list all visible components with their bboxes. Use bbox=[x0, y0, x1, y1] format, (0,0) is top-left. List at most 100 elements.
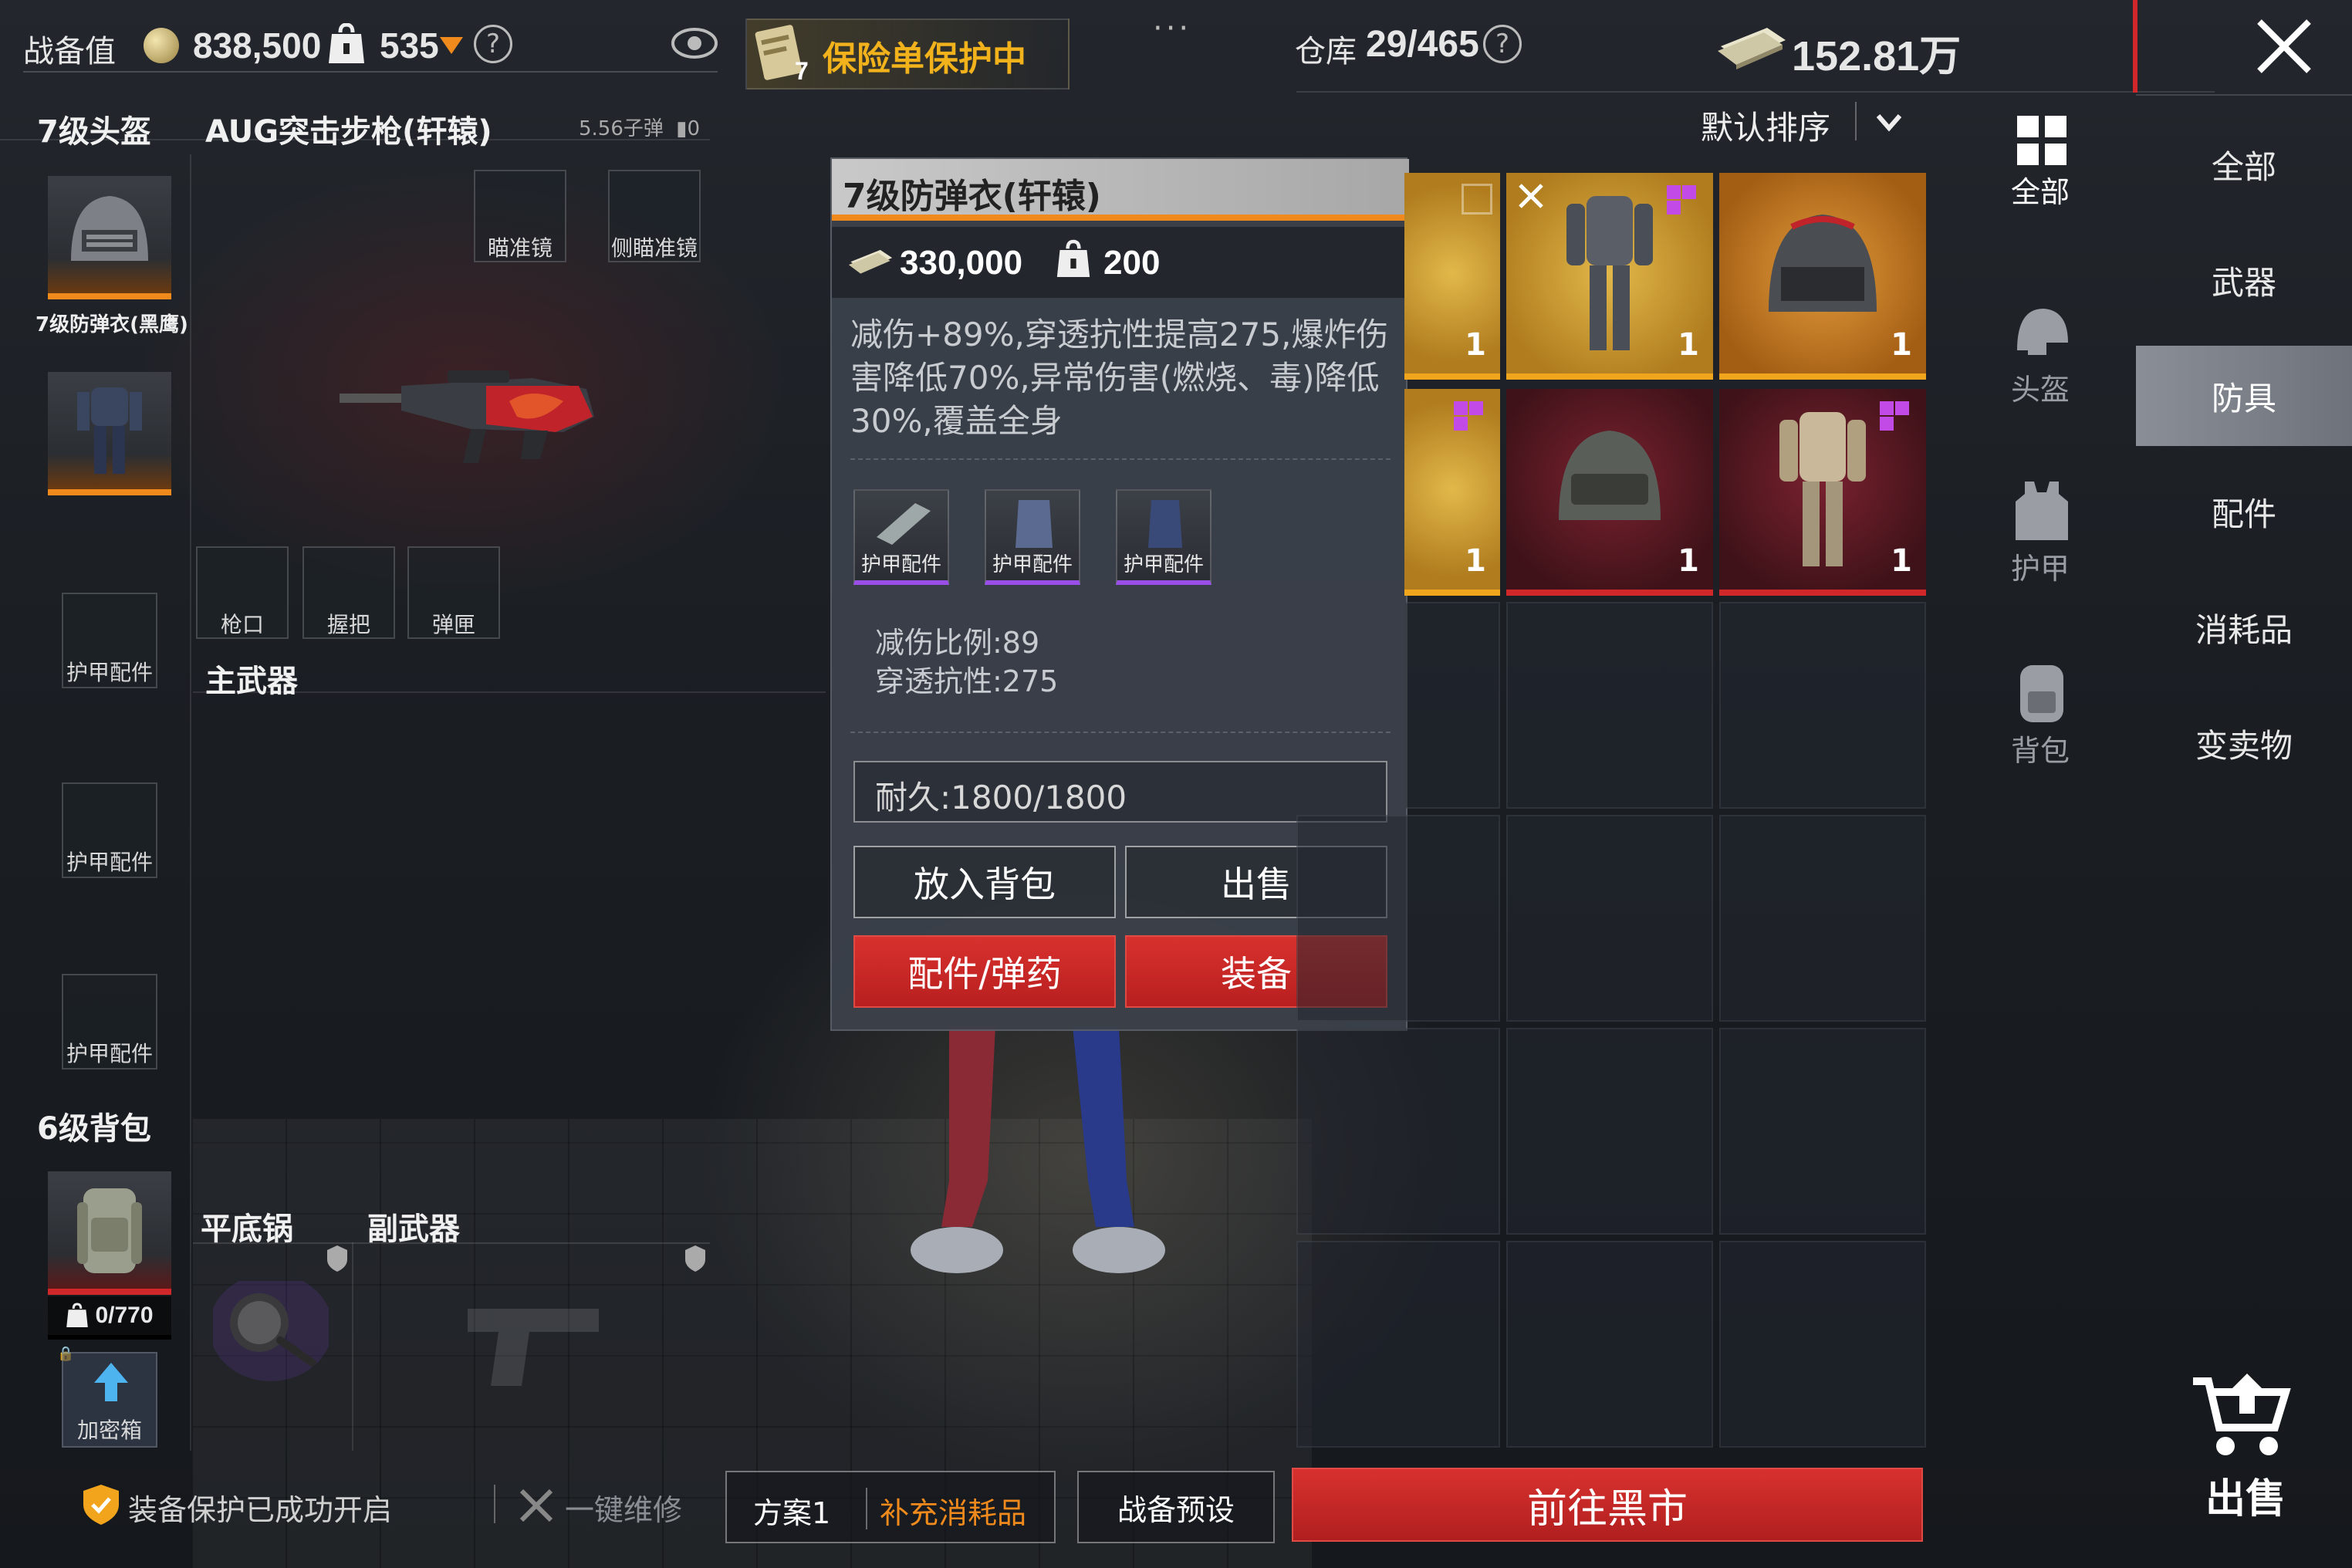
backpack-slot[interactable] bbox=[48, 1171, 171, 1295]
armor-part-2-label: 护甲配件 bbox=[992, 553, 1073, 576]
category-helmet[interactable]: 头盔 bbox=[1963, 304, 2117, 408]
empty-cell[interactable] bbox=[1296, 1028, 1500, 1235]
insurance-status: 保险单保护中 bbox=[823, 39, 1026, 79]
aug-rifle-image[interactable] bbox=[332, 355, 610, 471]
popup-weight-icon bbox=[1056, 239, 1090, 277]
grip-slot[interactable]: 握把 bbox=[302, 546, 395, 639]
empty-cell[interactable] bbox=[1719, 815, 1926, 1022]
empty-cell[interactable] bbox=[1719, 602, 1926, 809]
stat-penetration: 穿透抗性:275 bbox=[875, 664, 1059, 698]
top-divider bbox=[23, 71, 718, 73]
leg-armor-icon bbox=[1015, 500, 1053, 548]
inventory-item-gold-partial[interactable]: 1 bbox=[1404, 173, 1500, 380]
item-count: 1 bbox=[1891, 543, 1912, 579]
nav-armor[interactable]: 防具 bbox=[2136, 346, 2352, 446]
secure-box-slot[interactable]: 加密箱 bbox=[62, 1352, 157, 1448]
warehouse-label: 仓库 bbox=[1295, 34, 1357, 69]
loadout-preset-button[interactable]: 战备预设 bbox=[1077, 1471, 1275, 1543]
ammo-type-label: 5.56子弹 bbox=[579, 117, 664, 140]
pan-divider bbox=[193, 1242, 710, 1244]
empty-cell[interactable] bbox=[1506, 815, 1713, 1022]
armor-slot[interactable] bbox=[48, 372, 171, 495]
armor-part-2[interactable]: 护甲配件 bbox=[985, 489, 1080, 585]
sell-cart-icon[interactable] bbox=[2190, 1370, 2293, 1463]
nav-consumables[interactable]: 消耗品 bbox=[2136, 577, 2352, 678]
warehouse-help-icon[interactable]: ? bbox=[1483, 25, 1522, 63]
more-options-icon[interactable]: ··· bbox=[1153, 11, 1191, 46]
nav-weapons[interactable]: 武器 bbox=[2136, 230, 2352, 330]
armor-suit-icon bbox=[1566, 196, 1653, 350]
empty-cell[interactable] bbox=[1404, 602, 1500, 809]
inventory-item-armor-red[interactable]: 1 bbox=[1719, 389, 1926, 596]
rarity-tag-icon bbox=[1667, 185, 1698, 216]
pistol-silhouette[interactable] bbox=[460, 1293, 607, 1394]
dropdown-arrow-icon[interactable] bbox=[440, 37, 463, 56]
inventory-item-armor-gold[interactable]: 1 bbox=[1506, 173, 1713, 380]
character-legs bbox=[911, 1026, 1165, 1273]
rarity-tag-icon bbox=[1880, 401, 1911, 432]
empty-cell[interactable] bbox=[1296, 815, 1500, 1022]
scope-slot-label: 瞄准镜 bbox=[487, 235, 553, 261]
backpack-section-title: 6级背包 bbox=[37, 1111, 151, 1147]
inventory-item-helmet-orange[interactable]: 1 bbox=[1719, 173, 1926, 380]
close-icon[interactable] bbox=[2255, 17, 2313, 76]
arm-armor-icon bbox=[1148, 500, 1182, 548]
armor-part-3[interactable]: 护甲配件 bbox=[1116, 489, 1211, 585]
helmet-icon bbox=[1559, 431, 1661, 520]
side-scope-slot[interactable]: 侧瞄准镜 bbox=[608, 170, 701, 262]
muzzle-slot[interactable]: 枪口 bbox=[196, 546, 289, 639]
armor-part-slot-1[interactable]: 护甲配件 bbox=[62, 593, 157, 688]
inventory-item-helmet-red[interactable]: 1 bbox=[1506, 389, 1713, 596]
one-click-repair-button[interactable]: 一键维修 bbox=[565, 1486, 682, 1529]
grid-size-icon bbox=[1462, 184, 1492, 215]
sort-dropdown[interactable]: 默认排序 bbox=[1701, 102, 1830, 149]
ammo-count: 0 bbox=[687, 117, 701, 140]
item-count: 1 bbox=[1678, 543, 1699, 579]
pan-shield-icon bbox=[327, 1245, 347, 1272]
empty-cell[interactable] bbox=[1719, 1028, 1926, 1235]
parts-ammo-button[interactable]: 配件/弹药 bbox=[853, 935, 1116, 1008]
category-backpack[interactable]: 背包 bbox=[1963, 657, 2117, 769]
armor-part-1[interactable]: 护甲配件 bbox=[853, 489, 949, 585]
empty-cell[interactable] bbox=[1506, 602, 1713, 809]
armor-part-slot-3[interactable]: 护甲配件 bbox=[62, 974, 157, 1070]
put-in-backpack-button[interactable]: 放入背包 bbox=[853, 846, 1116, 918]
warehouse-capacity: 29/465 bbox=[1366, 24, 1479, 65]
item-count: 1 bbox=[1465, 327, 1486, 363]
black-market-button[interactable]: 前往黑市 bbox=[1292, 1468, 1923, 1542]
armor-part-label: 护甲配件 bbox=[66, 660, 153, 685]
grip-slot-label: 握把 bbox=[326, 612, 370, 637]
category-all[interactable]: 全部 bbox=[1963, 116, 2117, 211]
refill-consumables-button[interactable]: 补充消耗品 bbox=[880, 1489, 1026, 1532]
nav-accent-line bbox=[2133, 0, 2137, 93]
nav-attachments[interactable]: 配件 bbox=[2136, 461, 2352, 562]
plan-selector[interactable]: 方案1 补充消耗品 bbox=[725, 1471, 1056, 1543]
empty-cell[interactable] bbox=[1296, 1241, 1500, 1448]
eye-icon[interactable] bbox=[670, 23, 719, 63]
frying-pan-image[interactable] bbox=[213, 1281, 329, 1381]
category-armor[interactable]: 护甲 bbox=[1963, 478, 2117, 587]
armor-part-slot-2[interactable]: 护甲配件 bbox=[62, 782, 157, 878]
magazine-slot[interactable]: 弹匣 bbox=[407, 546, 500, 639]
armor-part-3-label: 护甲配件 bbox=[1123, 553, 1204, 576]
nav-sellables[interactable]: 变卖物 bbox=[2136, 693, 2352, 793]
empty-cell[interactable] bbox=[1719, 1241, 1926, 1448]
armor-suit-icon bbox=[1779, 412, 1866, 566]
chevron-down-icon[interactable] bbox=[1875, 113, 1903, 133]
armor-plate-icon bbox=[877, 503, 931, 545]
loadout-preset-label: 战备预设 bbox=[1117, 1492, 1235, 1527]
scope-slot[interactable]: 瞄准镜 bbox=[474, 170, 566, 262]
armor-part-1-label: 护甲配件 bbox=[860, 553, 941, 576]
inventory-item-gold-partial-2[interactable]: 1 bbox=[1404, 389, 1500, 596]
rarity-tag-icon bbox=[1454, 401, 1485, 432]
backpack-capacity-bar: 0/770 bbox=[48, 1296, 171, 1340]
empty-cell[interactable] bbox=[1506, 1241, 1713, 1448]
helmet-item-icon bbox=[71, 196, 148, 261]
sell-button-label[interactable]: 出售 bbox=[2205, 1466, 2286, 1524]
category-helmet-label: 头盔 bbox=[2010, 373, 2070, 407]
helmet-slot[interactable] bbox=[48, 176, 171, 299]
nav-all[interactable]: 全部 bbox=[2136, 114, 2352, 215]
empty-cell[interactable] bbox=[1506, 1028, 1713, 1235]
help-icon[interactable]: ? bbox=[474, 25, 512, 63]
item-count: 1 bbox=[1465, 543, 1486, 579]
